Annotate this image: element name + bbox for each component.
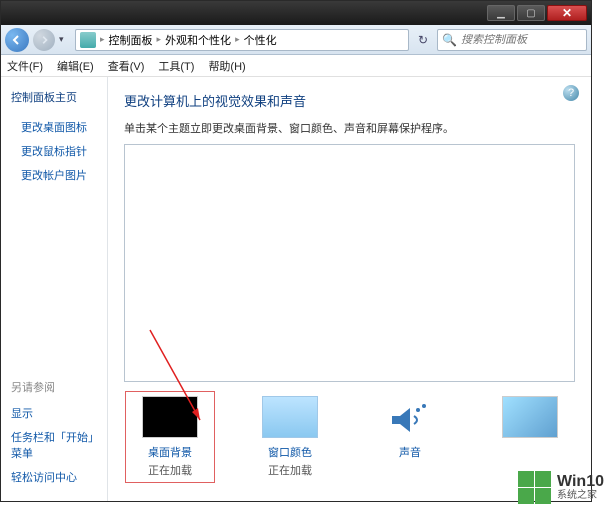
page-title: 更改计算机上的视觉效果和声音 bbox=[124, 91, 575, 110]
desktop-background-thumb bbox=[142, 396, 198, 438]
item-status: 正在加载 bbox=[245, 462, 335, 478]
chevron-right-icon: ▸ bbox=[100, 34, 105, 45]
item-desktop-background[interactable]: 桌面背景 正在加载 bbox=[125, 391, 215, 483]
see-also-ease[interactable]: 轻松访问中心 bbox=[11, 469, 97, 485]
minimize-button[interactable]: ▁ bbox=[487, 5, 515, 21]
see-also-taskbar[interactable]: 任务栏和「开始」菜单 bbox=[11, 429, 97, 461]
menu-edit[interactable]: 编辑(E) bbox=[57, 58, 94, 74]
sidebar-link-account-picture[interactable]: 更改帐户图片 bbox=[21, 167, 97, 183]
search-input[interactable] bbox=[461, 34, 582, 46]
menu-file[interactable]: 文件(F) bbox=[7, 58, 43, 74]
breadcrumb[interactable]: ▸ 控制面板 ▸ 外观和个性化 ▸ 个性化 bbox=[75, 29, 409, 51]
item-label: 声音 bbox=[365, 444, 455, 460]
sidebar: 控制面板主页 更改桌面图标 更改鼠标指针 更改帐户图片 另请参阅 显示 任务栏和… bbox=[1, 77, 108, 501]
chevron-right-icon: ▸ bbox=[235, 34, 240, 45]
speaker-icon bbox=[382, 396, 438, 438]
item-window-color[interactable]: 窗口颜色 正在加载 bbox=[245, 396, 335, 483]
close-button[interactable]: ✕ bbox=[547, 5, 587, 21]
forward-button[interactable] bbox=[33, 29, 55, 51]
maximize-button[interactable]: ▢ bbox=[517, 5, 545, 21]
search-box[interactable]: 🔍 bbox=[437, 29, 587, 51]
watermark: Win10 系统之家 bbox=[517, 470, 604, 504]
menu-view[interactable]: 查看(V) bbox=[108, 58, 145, 74]
history-dropdown[interactable]: ▾ bbox=[59, 34, 71, 45]
refresh-button[interactable]: ↻ bbox=[413, 33, 433, 47]
search-icon: 🔍 bbox=[442, 33, 457, 47]
theme-list[interactable] bbox=[124, 144, 575, 382]
see-also-heading: 另请参阅 bbox=[11, 379, 97, 395]
content: ? 更改计算机上的视觉效果和声音 单击某个主题立即更改桌面背景、窗口颜色、声音和… bbox=[108, 77, 591, 501]
breadcrumb-item[interactable]: 外观和个性化 bbox=[165, 32, 231, 48]
back-button[interactable] bbox=[5, 28, 29, 52]
item-sounds[interactable]: 声音 bbox=[365, 396, 455, 483]
navbar: ▾ ▸ 控制面板 ▸ 外观和个性化 ▸ 个性化 ↻ 🔍 bbox=[1, 25, 591, 55]
see-also-display[interactable]: 显示 bbox=[11, 405, 97, 421]
arrow-right-icon bbox=[39, 35, 49, 45]
breadcrumb-item[interactable]: 个性化 bbox=[244, 32, 277, 48]
arrow-left-icon bbox=[11, 34, 23, 46]
window-color-thumb bbox=[262, 396, 318, 438]
sidebar-link-mouse-pointer[interactable]: 更改鼠标指针 bbox=[21, 143, 97, 159]
sidebar-link-desktop-icons[interactable]: 更改桌面图标 bbox=[21, 119, 97, 135]
menu-help[interactable]: 帮助(H) bbox=[208, 58, 245, 74]
menubar: 文件(F) 编辑(E) 查看(V) 工具(T) 帮助(H) bbox=[1, 55, 591, 77]
breadcrumb-item[interactable]: 控制面板 bbox=[109, 32, 153, 48]
sidebar-home[interactable]: 控制面板主页 bbox=[11, 89, 97, 105]
body: 控制面板主页 更改桌面图标 更改鼠标指针 更改帐户图片 另请参阅 显示 任务栏和… bbox=[1, 77, 591, 501]
menu-tools[interactable]: 工具(T) bbox=[158, 58, 194, 74]
control-panel-icon bbox=[80, 32, 96, 48]
windows-logo-icon bbox=[517, 470, 551, 504]
chevron-right-icon: ▸ bbox=[157, 34, 162, 45]
sounds-thumb bbox=[382, 396, 438, 438]
watermark-text: Win10 系统之家 bbox=[557, 473, 604, 502]
item-status: 正在加载 bbox=[130, 462, 210, 478]
titlebar: ▁ ▢ ✕ bbox=[1, 1, 591, 25]
bottom-row: 桌面背景 正在加载 窗口颜色 正在加载 bbox=[124, 396, 575, 483]
page-subtitle: 单击某个主题立即更改桌面背景、窗口颜色、声音和屏幕保护程序。 bbox=[124, 120, 575, 136]
screensaver-thumb bbox=[502, 396, 558, 438]
help-icon[interactable]: ? bbox=[563, 85, 579, 101]
item-label: 窗口颜色 bbox=[245, 444, 335, 460]
control-panel-window: ▁ ▢ ✕ ▾ ▸ 控制面板 ▸ 外观和个性化 ▸ 个性化 ↻ 🔍 文件(F) … bbox=[0, 0, 592, 502]
item-label: 桌面背景 bbox=[130, 444, 210, 460]
